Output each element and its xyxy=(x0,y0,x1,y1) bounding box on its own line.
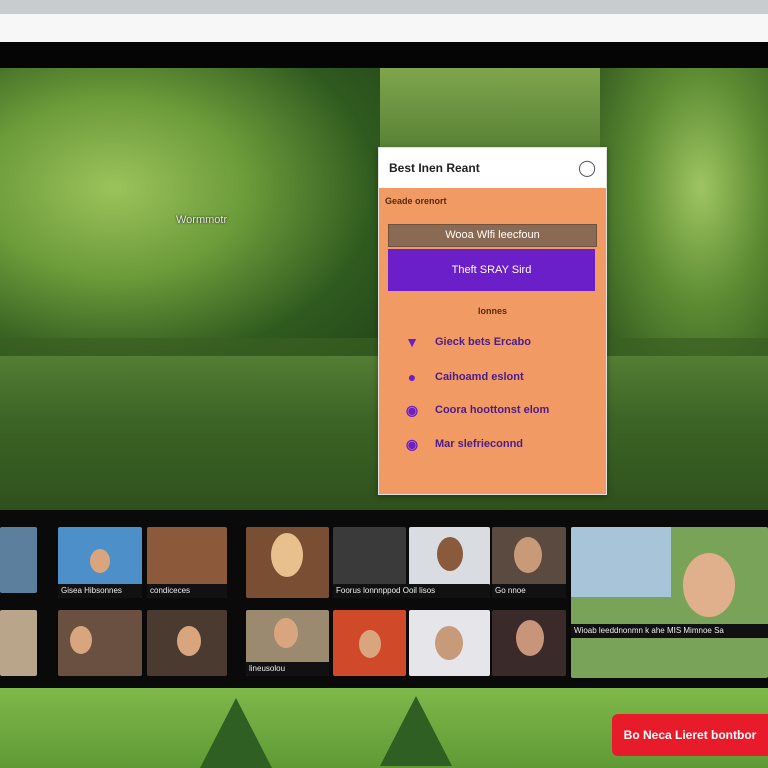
pin-icon[interactable]: ◯ xyxy=(578,158,596,178)
video-tile[interactable] xyxy=(147,610,227,676)
video-tile[interactable] xyxy=(0,610,37,676)
option-label: Coora hoottonst elom xyxy=(435,404,550,416)
video-tile[interactable] xyxy=(0,527,37,593)
tile-caption: condiceces xyxy=(147,584,227,598)
header-bar xyxy=(0,42,768,68)
video-tile[interactable] xyxy=(58,610,142,676)
options-label: lonnes xyxy=(477,306,507,316)
hero-sign: Wormmotr xyxy=(176,214,228,226)
tile-caption: Gisea Hibsonnes xyxy=(58,584,142,598)
shield-icon: ▼ xyxy=(405,334,419,350)
option-item[interactable]: ◉ Mar slefrieconnd xyxy=(403,436,523,452)
video-tile[interactable] xyxy=(333,610,406,676)
forest-right xyxy=(600,68,768,368)
option-item[interactable]: ▼ Gieck bets Ercabo xyxy=(403,334,531,350)
section-label: Geade orenort xyxy=(385,196,447,206)
video-tile[interactable]: Gisea Hibsonnes xyxy=(58,527,142,598)
message-icon: ◉ xyxy=(405,435,419,452)
video-tile-large[interactable]: Wioab leeddnonmn k ahe MIS Mimnoe Sa xyxy=(571,527,768,678)
secondary-button[interactable]: Wooa Wlfi leecfoun xyxy=(388,224,597,247)
top-chrome xyxy=(0,0,768,14)
panel-header: Best Inen Reant ◯ xyxy=(379,148,606,188)
option-label: Mar slefrieconnd xyxy=(435,438,524,450)
tile-caption: Foorus lonnnppod Ooil lisos xyxy=(333,584,490,598)
video-tile[interactable]: lineusolou xyxy=(246,610,329,676)
video-tile[interactable] xyxy=(492,610,566,676)
option-item[interactable]: ◉ Coora hoottonst elom xyxy=(403,402,549,418)
tile-caption: Go nnoe xyxy=(492,584,566,598)
video-tile[interactable] xyxy=(409,610,490,676)
tile-caption: Wioab leeddnonmn k ahe MIS Mimnoe Sa xyxy=(571,624,768,638)
location-icon: ◉ xyxy=(405,401,419,418)
tile-caption: lineusolou xyxy=(246,662,329,676)
cta-button[interactable]: Bo Neca Lieret bontbor xyxy=(612,714,768,756)
tree xyxy=(380,696,452,766)
option-label: Caihoamd eslont xyxy=(435,371,524,383)
booking-panel: Best Inen Reant ◯ Geade orenort Wooa Wlf… xyxy=(378,147,607,495)
address-bar[interactable] xyxy=(0,14,768,43)
chat-icon: ● xyxy=(407,369,417,385)
caption-bar: Foorus lonnnppod Ooil lisos xyxy=(333,584,490,598)
video-gallery: Gisea Hibsonnes condiceces Go nnoe Fooru… xyxy=(0,510,768,688)
option-item[interactable]: ● Caihoamd eslont xyxy=(403,369,524,385)
video-tile[interactable] xyxy=(246,527,329,598)
primary-button[interactable]: Theft SRAY Sird xyxy=(388,249,595,291)
video-tile[interactable]: Go nnoe xyxy=(492,527,566,598)
tree xyxy=(200,698,272,768)
option-label: Gieck bets Ercabo xyxy=(435,336,531,348)
panel-title: Best Inen Reant xyxy=(389,161,480,175)
video-tile[interactable]: condiceces xyxy=(147,527,227,598)
